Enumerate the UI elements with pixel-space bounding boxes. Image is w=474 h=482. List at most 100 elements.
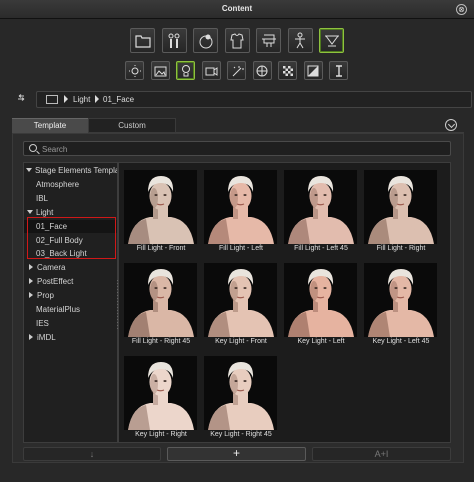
project-icon [134,34,151,48]
tree-item[interactable]: Stage Elements Template [24,164,117,177]
portrait-image [124,170,197,244]
material-icon [282,65,293,76]
chevron-down-icon[interactable] [445,119,457,131]
accessory-icon [199,34,212,48]
tree-item[interactable]: iMDL [24,331,117,344]
tree-item[interactable]: Camera [24,261,117,274]
stage-button[interactable] [319,28,344,53]
tree-item-label: IES [36,318,49,328]
tab-template[interactable]: Template [12,118,88,133]
motion-icon [295,32,305,48]
close-icon[interactable]: ⊗ [456,4,467,15]
light-button[interactable] [176,61,195,80]
back-icon[interactable] [16,94,26,104]
tree-item-label: iMDL [37,332,56,342]
template-thumbnail[interactable] [284,170,357,244]
image-icon [154,66,167,76]
thumbnail-caption: Fill Light - Right [376,245,426,252]
tree-item-label: MaterialPlus [36,305,81,314]
template-thumbnail[interactable] [204,263,277,337]
template-thumbnail[interactable] [364,263,437,337]
tree-item-label: Atmosphere [36,179,80,189]
thumbnail-caption: Key Light - Right [135,431,187,438]
apply-button[interactable]: A+I [312,447,451,461]
camera-icon [205,66,218,76]
accessory-button[interactable] [193,28,218,53]
thumbnail-caption: Fill Light - Right 45 [131,338,191,345]
light-icon [181,64,190,76]
template-thumbnail[interactable] [124,356,197,430]
search-input[interactable] [42,143,442,155]
expand-down-icon[interactable] [27,209,33,214]
tree-item[interactable]: PostEffect [24,275,117,288]
folder-tree: Stage Elements Template Atmosphere IBL Ligh… [23,162,118,443]
thumbnail-caption: Key Light - Left [297,338,345,345]
thumbnail-caption: Key Light - Right 45 [210,431,272,438]
portrait-image [364,263,437,337]
expand-right-icon[interactable] [29,264,33,271]
tree-item-label: Stage Elements Template [35,166,118,175]
tree-item[interactable]: Prop [24,289,117,302]
tab-bar: Template Custom [12,118,464,133]
template-thumbnail[interactable] [204,170,277,244]
template-thumbnail[interactable] [284,263,357,337]
tab-custom[interactable]: Custom [88,118,176,133]
tree-item[interactable]: IBL [24,192,117,205]
breadcrumb-separator-icon [64,95,68,103]
tree-item[interactable]: MaterialPlus [24,303,117,316]
template-thumbnail[interactable] [204,356,277,430]
breadcrumb-item[interactable]: 01_Face [103,95,134,104]
effect-button[interactable] [227,61,246,80]
breadcrumb: Light 01_Face [36,91,472,108]
portrait-image [284,263,357,337]
ies-icon [307,65,319,76]
breadcrumb-item[interactable]: Light [73,95,90,104]
cloth-button[interactable] [224,28,250,53]
tree-item-label: Prop [37,291,54,301]
expand-right-icon[interactable] [29,292,33,299]
portrait-image [124,356,197,430]
breadcrumb-separator-icon [95,95,99,103]
portrait-image [284,170,357,244]
expand-right-icon[interactable] [29,278,33,285]
cloth-icon [230,32,244,48]
project-button[interactable] [130,28,155,53]
template-grid: Fill Light - Front Fill Light - Left Fill … [118,162,451,443]
search-icon [29,144,37,152]
imdl-button[interactable] [329,61,348,80]
template-thumbnail[interactable] [124,263,197,337]
thumbnail-caption: Fill Light - Left [219,245,263,252]
motion-button[interactable] [287,28,313,53]
portrait-image [204,263,277,337]
window-title: Content [221,4,253,13]
actor-button[interactable] [161,28,187,53]
thumbnail-caption: Key Light - Left 45 [372,338,430,345]
props-button[interactable] [256,28,281,53]
material-button[interactable] [278,61,297,80]
ies-button[interactable] [303,61,323,80]
atmosphere-button[interactable] [125,61,144,80]
expand-right-icon[interactable] [29,333,33,340]
portrait-image [124,263,197,337]
portrait-image [204,170,277,244]
ibl-button[interactable] [252,61,272,80]
camera-button[interactable] [201,61,221,80]
expand-down-icon[interactable] [26,168,32,172]
imdl-icon [335,64,342,77]
props-icon [261,34,276,47]
template-thumbnail[interactable] [364,170,437,244]
add-button[interactable]: + [167,447,306,461]
effect-icon [232,65,244,76]
download-button[interactable]: ↓ [23,447,161,461]
title-bar: Content ⊗ [0,0,474,19]
tree-item[interactable]: Atmosphere [24,178,117,191]
ibl-icon [256,65,268,76]
folder-home-icon[interactable] [46,95,58,104]
template-thumbnail[interactable] [124,170,197,244]
highlight-box [27,217,116,259]
image-button[interactable] [150,61,170,80]
portrait-image [204,356,277,430]
atmosphere-icon [128,64,141,77]
tree-item-label: IBL [36,193,49,203]
tree-item[interactable]: IES [24,317,117,330]
